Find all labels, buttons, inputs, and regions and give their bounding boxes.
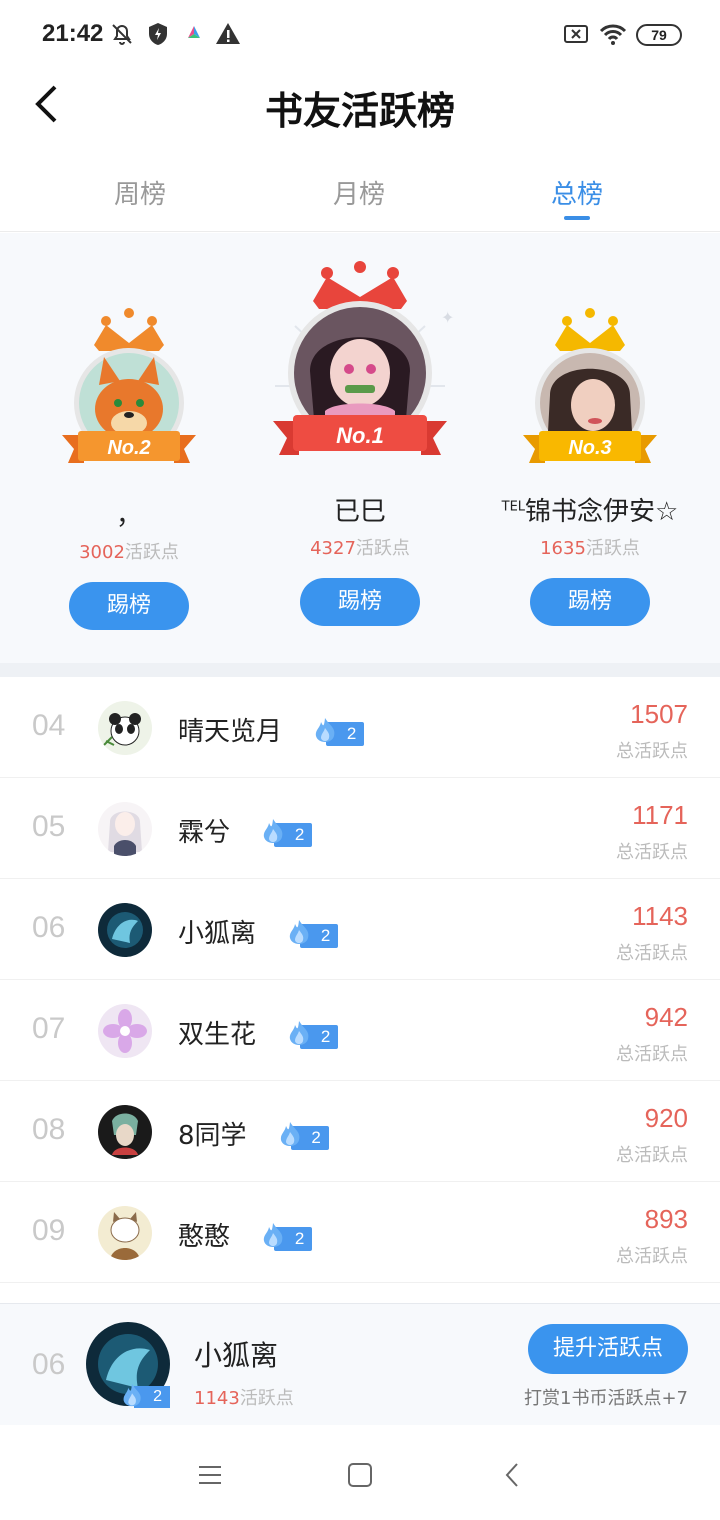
back-icon — [505, 1463, 518, 1487]
winner-name: 已巳 — [333, 497, 386, 527]
winner-points: 3002活跃点 — [79, 542, 179, 563]
rank-number: 06 — [32, 911, 66, 944]
tab-weekly[interactable]: 周榜 — [70, 174, 210, 211]
user-name: 8同学 2 — [178, 1115, 329, 1152]
rank-badge-label: No.2 — [107, 437, 151, 459]
activity-label: 总活跃点 — [616, 1044, 688, 1065]
top-three-podium: No.2 ， 3002活跃点 踢榜 ✦ No.1 已巳 4327活跃点 踢榜 N… — [0, 233, 720, 663]
winner-name: ， — [115, 501, 142, 531]
avatar[interactable] — [98, 701, 152, 755]
activity-label: 总活跃点 — [616, 741, 688, 762]
level-badge: 2 — [277, 1121, 329, 1150]
tab-bar: 周榜 月榜 总榜 — [0, 162, 720, 232]
svg-text:✦: ✦ — [441, 308, 454, 327]
avatar[interactable] — [98, 1004, 152, 1058]
activity-value: 1171 — [632, 800, 688, 830]
boost-activity-button[interactable]: 提升活跃点 — [528, 1324, 688, 1374]
warning-icon — [216, 23, 240, 44]
my-level-badge: 2 — [120, 1384, 170, 1408]
level-badge: 2 — [260, 818, 313, 847]
winner-points: 4327活跃点 — [310, 538, 410, 559]
rank-number: 07 — [32, 1012, 66, 1045]
user-name: 憨憨 2 — [178, 1216, 313, 1253]
kick-button[interactable]: 踢榜 — [530, 578, 650, 626]
user-name: 晴天览月 2 — [178, 711, 365, 748]
activity-label: 总活跃点 — [616, 1145, 688, 1166]
activity-label: 总活跃点 — [616, 1246, 688, 1267]
menu-button[interactable] — [190, 1455, 230, 1495]
podium-first: ✦ No.1 已巳 4327活跃点 踢榜 — [265, 261, 455, 626]
level-badge: 2 — [286, 919, 339, 948]
activity-value: 1143 — [632, 901, 688, 931]
level-badge: 2 — [260, 1222, 313, 1251]
ranking-list: 04 晴天览月 2 1507 总活跃点 05 霖兮 2 1171 总活跃点 06… — [0, 677, 720, 1283]
flame-icon — [290, 919, 309, 944]
my-rank-bar: 06 2 小狐离 1143活跃点 提升活跃点 打赏1书币活跃点+7 — [0, 1303, 720, 1425]
user-name: 霖兮 2 — [178, 812, 313, 849]
activity-value: 893 — [644, 1204, 688, 1234]
avatar[interactable] — [98, 802, 152, 856]
rank-number: 09 — [32, 1214, 66, 1247]
kick-button[interactable]: 踢榜 — [300, 578, 420, 626]
user-name: 双生花 2 — [178, 1014, 339, 1051]
user-name: 小狐离 2 — [178, 913, 339, 950]
system-back-button[interactable] — [492, 1455, 532, 1495]
tab-monthly[interactable]: 月榜 — [289, 174, 429, 211]
activity-value: 1507 — [630, 699, 688, 729]
avatar[interactable] — [98, 1206, 152, 1260]
system-nav-bar — [0, 1425, 720, 1520]
activity-label: 总活跃点 — [616, 842, 688, 863]
flame-icon — [264, 818, 283, 843]
menu-icon — [199, 1466, 221, 1484]
active-tab-indicator — [564, 216, 590, 220]
home-icon — [348, 1463, 372, 1487]
rank-number: 05 — [32, 810, 66, 843]
my-points: 1143活跃点 — [194, 1388, 294, 1409]
level-badge: 2 — [286, 1020, 339, 1049]
rank-number: 08 — [32, 1113, 66, 1146]
no-sim-icon — [564, 25, 588, 43]
podium-third: No.3 TEL锦书念伊安☆ 1635活跃点 踢榜 — [480, 305, 700, 626]
page-title: 书友活跃榜 — [264, 88, 455, 133]
list-item[interactable]: 07 双生花 2 942 总活跃点 — [0, 980, 720, 1081]
flame-icon — [123, 1384, 141, 1407]
my-name: 小狐离 — [194, 1339, 279, 1372]
rank-badge-label: No.3 — [568, 437, 612, 459]
boost-hint: 打赏1书币活跃点+7 — [524, 1388, 688, 1409]
list-item[interactable]: 04 晴天览月 2 1507 总活跃点 — [0, 677, 720, 778]
activity-value: 920 — [644, 1103, 688, 1133]
rank-badge-label: No.1 — [336, 423, 384, 448]
flame-icon — [316, 717, 335, 742]
activity-value: 942 — [644, 1002, 688, 1032]
section-divider — [0, 663, 720, 677]
rank-number: 04 — [32, 709, 66, 742]
activity-label: 总活跃点 — [616, 943, 688, 964]
home-button[interactable] — [340, 1455, 380, 1495]
status-time: 21:42 — [42, 20, 104, 47]
status-bar: 21:42 79 — [0, 0, 720, 70]
list-item[interactable]: 09 憨憨 2 893 总活跃点 — [0, 1182, 720, 1283]
kick-button[interactable]: 踢榜 — [69, 582, 189, 630]
shield-icon — [149, 23, 167, 45]
list-item[interactable]: 06 小狐离 2 1143 总活跃点 — [0, 879, 720, 980]
tab-overall[interactable]: 总榜 — [507, 174, 647, 211]
list-item[interactable]: 05 霖兮 2 1171 总活跃点 — [0, 778, 720, 879]
flame-icon — [280, 1121, 300, 1146]
avatar[interactable] — [98, 903, 152, 957]
wifi-icon — [599, 24, 627, 45]
battery-indicator: 79 — [636, 24, 682, 46]
muted-bell-icon — [112, 24, 132, 45]
crown-icon — [555, 308, 625, 351]
winner-name: TEL锦书念伊安☆ — [501, 497, 679, 527]
list-item[interactable]: 08 8同学 2 920 总活跃点 — [0, 1081, 720, 1182]
app-logo-icon — [188, 26, 200, 38]
crown-icon — [94, 308, 164, 351]
level-badge: 2 — [312, 717, 365, 746]
avatar[interactable] — [98, 1105, 152, 1159]
winner-points: 1635活跃点 — [540, 538, 640, 559]
my-rank-number: 06 — [32, 1348, 66, 1381]
flame-icon — [264, 1222, 283, 1247]
flame-icon — [290, 1020, 309, 1045]
podium-second: No.2 ， 3002活跃点 踢榜 — [54, 305, 204, 630]
